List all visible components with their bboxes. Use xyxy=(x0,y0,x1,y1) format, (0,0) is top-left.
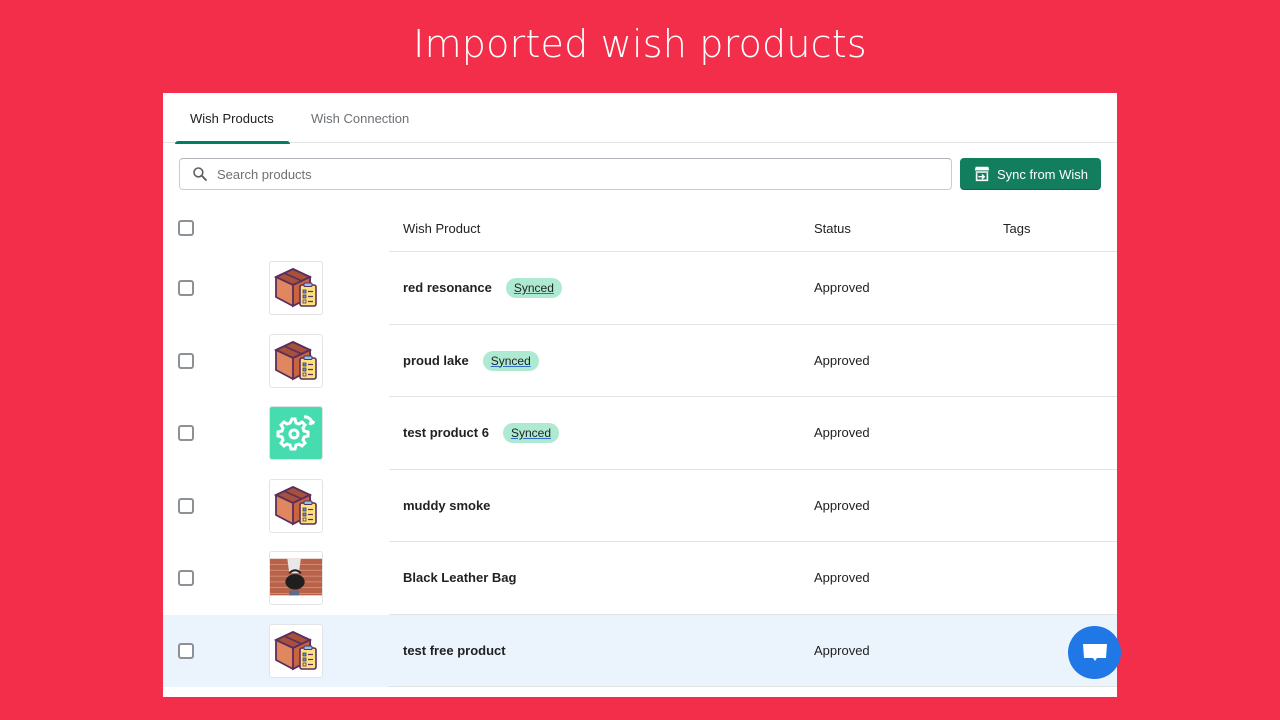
select-all-checkbox[interactable] xyxy=(178,220,194,236)
product-name: Black Leather Bag xyxy=(403,570,517,585)
row-checkbox[interactable] xyxy=(178,570,194,586)
table-row[interactable]: Black Leather Bag Approved xyxy=(163,542,1117,615)
table-row[interactable]: proud lake Synced Approved xyxy=(163,325,1117,398)
row-checkbox[interactable] xyxy=(178,425,194,441)
search-field[interactable] xyxy=(179,158,952,190)
gear-sync-icon xyxy=(269,406,323,460)
wish-products-panel: Wish Products Wish Connection Sync from … xyxy=(163,93,1117,697)
table-row[interactable]: red resonance Synced Approved xyxy=(163,252,1117,325)
sync-from-wish-label: Sync from Wish xyxy=(996,166,1088,182)
synced-badge[interactable]: Synced xyxy=(505,278,562,298)
product-name: muddy smoke xyxy=(403,497,491,513)
table-row[interactable]: test free product Approved xyxy=(163,614,1117,687)
chat-bubble-icon xyxy=(1082,643,1107,661)
header-tags: Tags xyxy=(1003,221,1031,236)
status-cell: Approved xyxy=(814,425,870,440)
product-name: red resonance xyxy=(403,280,492,295)
product-name-cell: red resonance Synced xyxy=(403,252,562,324)
product-photo xyxy=(269,551,323,605)
product-name-cell: test product 6 Synced xyxy=(403,397,559,469)
box-clipboard-icon xyxy=(269,261,323,315)
row-checkbox[interactable] xyxy=(178,280,194,296)
status-cell: Approved xyxy=(814,497,870,513)
product-name: test product 6 xyxy=(403,425,489,440)
products-table: Wish Product Status Tags red resonance Sy… xyxy=(163,205,1117,687)
status-cell: Approved xyxy=(814,642,870,658)
status-cell: Approved xyxy=(814,570,870,585)
banner-title: Imported wish products xyxy=(413,22,867,66)
product-name-cell: muddy smoke xyxy=(403,470,490,542)
box-clipboard-icon xyxy=(269,478,323,533)
store-import-icon xyxy=(974,166,990,182)
tab-wish-products[interactable]: Wish Products xyxy=(175,93,290,144)
synced-badge[interactable]: Synced xyxy=(502,423,559,443)
chat-button[interactable] xyxy=(1068,626,1121,679)
product-name-cell: test free product xyxy=(403,615,506,687)
product-name: test free product xyxy=(403,642,506,658)
tab-wish-connection[interactable]: Wish Connection xyxy=(296,93,424,143)
table-body: red resonance Synced Approved proud lake Syn… xyxy=(163,252,1117,687)
status-cell: Approved xyxy=(814,280,870,295)
table-row[interactable]: muddy smoke Approved xyxy=(163,470,1117,543)
search-icon xyxy=(193,167,207,181)
row-checkbox[interactable] xyxy=(178,642,194,659)
box-clipboard-icon xyxy=(269,333,323,388)
product-name-cell: Black Leather Bag xyxy=(403,542,516,614)
table-header: Wish Product Status Tags xyxy=(163,205,1117,252)
sync-from-wish-button[interactable]: Sync from Wish xyxy=(960,158,1101,190)
row-checkbox[interactable] xyxy=(178,497,194,514)
status-cell: Approved xyxy=(814,352,870,368)
row-checkbox[interactable] xyxy=(178,352,194,369)
box-clipboard-icon xyxy=(269,623,323,678)
header-wish-product: Wish Product xyxy=(403,221,481,236)
synced-badge[interactable]: Synced xyxy=(482,350,539,371)
tab-bar: Wish Products Wish Connection xyxy=(163,93,1117,144)
search-input[interactable] xyxy=(217,166,917,182)
product-name-cell: proud lake Synced xyxy=(403,325,539,397)
table-row[interactable]: test product 6 Synced Approved xyxy=(163,397,1117,470)
product-name: proud lake xyxy=(403,352,469,368)
header-status: Status xyxy=(814,221,851,236)
